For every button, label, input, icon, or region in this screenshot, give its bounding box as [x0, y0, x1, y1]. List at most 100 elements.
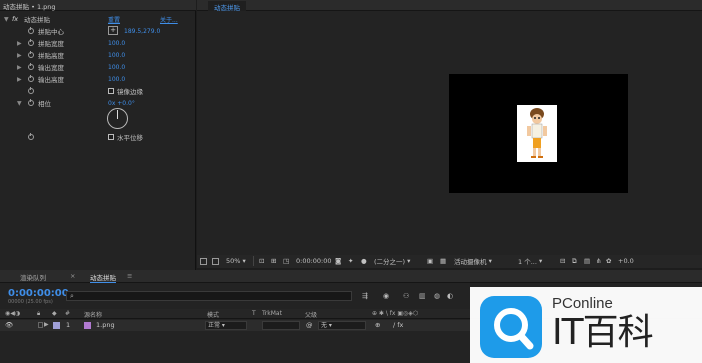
reset-exposure-icon[interactable]: ✿	[606, 256, 611, 266]
quality-switch-icon[interactable]: / fx	[393, 321, 403, 329]
shy-layers-icon[interactable]: ⚇	[403, 292, 409, 300]
tab-composition[interactable]: 动态拼贴	[208, 1, 246, 12]
about-link[interactable]: 关于...	[160, 15, 178, 24]
resolution-dropdown[interactable]: (二分之一) ▾	[374, 256, 410, 266]
fast-preview-icon[interactable]: ⧉	[572, 256, 577, 266]
stopwatch-icon[interactable]	[28, 27, 34, 34]
magnifier-logo-icon	[494, 308, 534, 350]
expand-layer-icon[interactable]: ▶	[44, 321, 49, 328]
tab-composition-timeline[interactable]: 动态拼贴	[90, 272, 116, 283]
zoom-dropdown[interactable]: 50% ▾	[226, 256, 254, 266]
image-file-icon	[84, 322, 91, 329]
stopwatch-icon[interactable]	[28, 75, 34, 82]
color-channel-icon[interactable]: ●	[361, 256, 367, 266]
stopwatch-icon[interactable]	[28, 63, 34, 70]
panel-menu-icon[interactable]: ≡	[127, 272, 132, 280]
watermark-brand-big: IT百科	[552, 312, 654, 353]
phase-dial[interactable]	[107, 108, 128, 129]
shy-switch-icon[interactable]: ⊕	[375, 321, 380, 329]
mask-icon[interactable]: ◳	[283, 256, 289, 266]
views-dropdown[interactable]: 1 个... ▾	[518, 256, 554, 266]
flowchart-icon[interactable]: ⋔	[596, 256, 601, 266]
stopwatch-icon[interactable]	[28, 133, 34, 140]
expand-triangle-icon[interactable]: ▶	[17, 64, 22, 71]
timeline-timecode[interactable]: 0:00:00:00	[8, 288, 69, 299]
stopwatch-icon[interactable]	[28, 51, 34, 58]
layer-image-character[interactable]	[517, 105, 557, 162]
property-value[interactable]: 100.0	[108, 64, 125, 71]
property-tile-height[interactable]: ▶ 拼贴高度 100.0	[0, 49, 196, 61]
stopwatch-icon[interactable]	[28, 99, 34, 106]
property-output-width[interactable]: ▶ 输出宽度 100.0	[0, 61, 196, 73]
property-value[interactable]: 100.0	[108, 76, 125, 83]
mirror-edges-checkbox[interactable]	[108, 88, 114, 94]
timecode-frames: 00000 (25.00 fps)	[8, 299, 53, 305]
column-parent: 父级	[305, 312, 318, 319]
crosshair-icon[interactable]: +	[108, 26, 118, 35]
blend-mode-dropdown[interactable]: 正常 ▾	[205, 321, 247, 330]
property-value[interactable]: 100.0	[108, 40, 125, 47]
stopwatch-icon[interactable]	[28, 87, 34, 94]
property-label: 拼贴高度	[38, 52, 64, 60]
tab-render-queue[interactable]: 渲染队列	[20, 272, 46, 282]
camera-snapshot-icon[interactable]: ◙	[335, 256, 341, 266]
viewer-timecode[interactable]: 0:00:00:00	[296, 256, 332, 266]
close-icon[interactable]: ×	[70, 272, 75, 280]
column-trkmat: TrkMat	[262, 310, 282, 317]
pick-whip-icon[interactable]: @	[306, 321, 313, 329]
expand-triangle-icon[interactable]: ▼	[17, 100, 22, 107]
property-output-height[interactable]: ▶ 输出高度 100.0	[0, 73, 196, 85]
cartoon-character-image	[527, 108, 547, 158]
timeline-icon[interactable]: ▤	[584, 256, 590, 266]
property-label: 输出高度	[38, 76, 64, 84]
visibility-eye-icon[interactable]: 👁︎	[5, 321, 13, 329]
expand-triangle-icon[interactable]: ▼	[4, 16, 9, 23]
layer-index: 1	[66, 321, 71, 329]
horizontal-shift-checkbox[interactable]	[108, 134, 114, 140]
toggle-pixel-icon[interactable]: ⊟	[560, 256, 565, 266]
checkbox-label: 镜像边缘	[117, 88, 143, 96]
property-mirror-edges[interactable]: 镜像边缘	[0, 85, 196, 97]
expand-triangle-icon[interactable]: ▶	[17, 52, 22, 59]
grid-icon[interactable]: ⊞	[271, 256, 276, 266]
layer-name[interactable]: 1.png	[96, 321, 115, 329]
parent-dropdown[interactable]: 无 ▾	[318, 321, 366, 330]
property-tile-width[interactable]: ▶ 拼贴宽度 100.0	[0, 37, 196, 49]
fx-icon: fx	[12, 15, 19, 23]
region-icon[interactable]	[212, 256, 219, 266]
property-label: 输出宽度	[38, 64, 64, 72]
comp-mini-flowchart-icon[interactable]: ⇶	[362, 292, 368, 300]
transparency-grid-icon[interactable]: ▦	[440, 256, 446, 266]
label-color-swatch[interactable]	[53, 322, 60, 329]
stopwatch-icon[interactable]	[28, 39, 34, 46]
expand-triangle-icon[interactable]: ▶	[17, 76, 22, 83]
property-label: 拼贴中心	[38, 28, 64, 36]
property-value[interactable]: 189.5,279.0	[124, 28, 160, 35]
expand-triangle-icon[interactable]: ▶	[17, 40, 22, 47]
column-number: #	[65, 310, 71, 317]
property-phase[interactable]: ▼ 相位 0x +0.0°	[0, 97, 196, 109]
property-tile-center[interactable]: 拼贴中心 + 189.5,279.0	[0, 25, 196, 37]
lock-toggle[interactable]	[38, 322, 43, 328]
roi-icon[interactable]: ▣	[427, 256, 433, 266]
trkmat-dropdown[interactable]	[262, 321, 300, 330]
show-snapshot-icon[interactable]: ✦	[348, 256, 353, 266]
dial-needle	[117, 110, 118, 119]
frame-blending-icon[interactable]: ▥	[419, 292, 426, 300]
draft-3d-icon[interactable]: ◉	[383, 292, 389, 300]
reset-link[interactable]: 重置	[108, 15, 120, 24]
effect-controls-header: 动态拼贴 • 1.png	[0, 0, 196, 11]
property-value[interactable]: 100.0	[108, 52, 125, 59]
fit-icon[interactable]: ⊡	[259, 256, 264, 266]
exposure-value[interactable]: +0.0	[618, 256, 634, 266]
effect-row[interactable]: ▼ fx 动态拼贴 重置 关于...	[0, 13, 196, 25]
property-horizontal-phase-shift[interactable]: 水平位移	[0, 131, 196, 143]
layer-search-input[interactable]: ⌕	[66, 291, 352, 301]
column-t: T	[252, 310, 256, 317]
graph-editor-icon[interactable]: ◐	[447, 292, 453, 300]
property-value[interactable]: 0x +0.0°	[108, 100, 135, 107]
motion-blur-icon[interactable]: ◍	[434, 292, 440, 300]
always-preview-icon[interactable]	[200, 256, 207, 266]
camera-dropdown[interactable]: 活动摄像机 ▾	[454, 256, 514, 266]
switches-icons: ⊕ ✱ \ fx ▣◎◈⬡	[372, 310, 419, 317]
